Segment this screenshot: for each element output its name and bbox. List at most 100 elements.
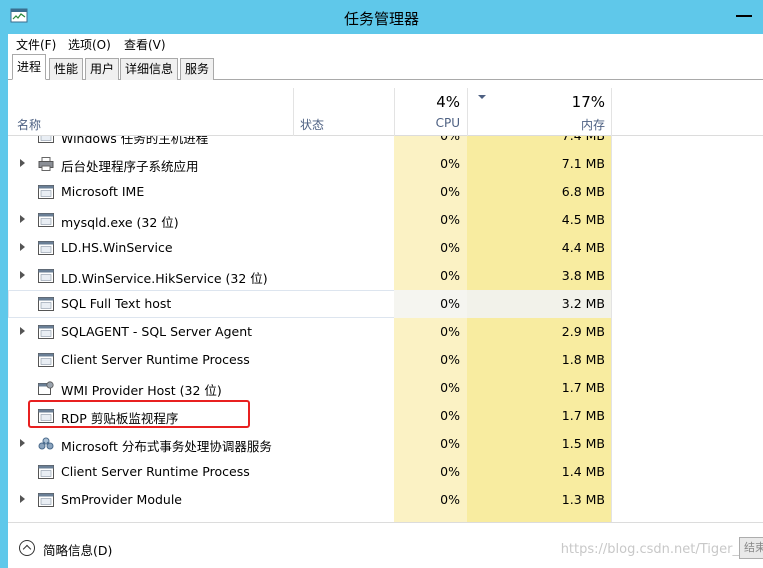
process-name: LD.HS.WinService [61,240,173,255]
process-cpu: 0% [394,136,460,143]
tab-details[interactable]: 详细信息 [120,58,179,80]
table-row[interactable]: LD.WinService.HikService (32 位) 0% 3.8 MB [8,262,763,290]
table-row[interactable]: LD.HS.WinService 0% 4.4 MB [8,234,763,262]
process-memory: 1.3 MB [561,492,605,507]
expand-arrow-icon[interactable] [20,159,25,167]
table-row[interactable]: WMI Provider Host (32 位) 0% 1.7 MB [8,374,763,402]
window-icon [38,213,54,227]
tab-services[interactable]: 服务 [180,58,215,80]
process-name: Microsoft 分布式事务处理协调器服务 [61,439,272,454]
process-cpu: 0% [440,352,460,367]
window-icon [38,241,54,255]
window-icon [38,269,54,283]
expand-arrow-icon[interactable] [20,439,25,447]
gear-network-icon [38,437,54,451]
table-row[interactable]: mysqld.exe (32 位) 0% 4.5 MB [8,206,763,234]
table-row[interactable]: Client Server Runtime Process 0% 1.4 MB [8,458,763,486]
menu-bar: 文件(F) 选项(O) 查看(V) [8,34,763,54]
annotation-highlight-box [28,400,250,428]
process-memory: 3.8 MB [561,268,605,283]
tab-processes[interactable]: 进程 [12,54,47,80]
window-icon [38,136,54,143]
column-separator[interactable] [611,88,612,136]
column-separator[interactable] [293,88,294,136]
column-header-status[interactable]: 状态 [300,116,324,133]
process-memory: 1.5 MB [561,436,605,451]
expand-arrow-icon[interactable] [20,327,25,335]
printer-icon [38,157,54,171]
process-cpu: 0% [440,184,460,199]
process-cpu: 0% [440,324,460,339]
wmi-icon [38,381,54,395]
process-name: LD.WinService.HikService (32 位) [61,271,268,286]
process-memory: 2.9 MB [561,324,605,339]
process-memory: 1.7 MB [561,408,605,423]
memory-total-percent[interactable]: 17% [467,93,605,111]
process-cpu: 0% [440,380,460,395]
window-icon [38,185,54,199]
table-row[interactable]: 后台处理程序子系统应用 0% 7.1 MB [8,150,763,178]
table-row[interactable]: SQLAGENT - SQL Server Agent 0% 2.9 MB [8,318,763,346]
process-cpu: 0% [440,156,460,171]
process-cpu: 0% [440,240,460,255]
process-list[interactable]: Windows 任务的主机进程 0% 7.4 MB 后台处理程序子系统应用 0% 7.1 … [8,136,763,522]
table-row[interactable]: Client Server Runtime Process 0% 1.8 MB [8,346,763,374]
process-name: Windows 任务的主机进程 [61,136,209,146]
table-row[interactable]: SmProvider Module 0% 1.3 MB [8,486,763,514]
minimize-icon [736,15,752,17]
cpu-total-percent[interactable]: 4% [394,93,460,111]
end-task-button[interactable]: 结束 [739,537,763,559]
table-row[interactable]: Windows 任务的主机进程 0% 7.4 MB [8,136,763,150]
process-name: SQLAGENT - SQL Server Agent [61,324,253,339]
process-memory: 1.4 MB [561,464,605,479]
tab-strip: 进程 性能 用户 详细信息 服务 [8,54,763,80]
minimize-button[interactable] [723,0,763,28]
process-name: Microsoft IME [61,184,145,199]
window-icon [38,297,54,311]
process-cpu: 0% [440,464,460,479]
process-cpu: 0% [440,492,460,507]
watermark-text: https://blog.csdn.net/Tiger_ [560,542,739,557]
column-header-cpu[interactable]: CPU [394,116,460,130]
process-memory: 6.8 MB [561,184,605,199]
table-row[interactable]: Microsoft 分布式事务处理协调器服务 0% 1.5 MB [8,430,763,458]
footer-bar: 简略信息(D) https://blog.csdn.net/Tiger_ 结束 [8,522,763,568]
window-icon [38,353,54,367]
process-cpu: 0% [440,436,460,451]
process-memory: 7.1 MB [561,156,605,171]
collapse-chevron-icon[interactable] [19,540,35,556]
table-row[interactable]: SQL Full Text host 0% 3.2 MB [8,290,763,318]
table-row[interactable]: Microsoft IME 0% 6.8 MB [8,178,763,206]
process-memory: 7.4 MB [467,136,605,143]
expand-arrow-icon[interactable] [20,271,25,279]
process-memory: 4.5 MB [561,212,605,227]
process-cpu: 0% [440,268,460,283]
expand-arrow-icon[interactable] [20,243,25,251]
process-name: mysqld.exe (32 位) [61,215,179,230]
process-name: SmProvider Module [61,492,183,507]
menu-view[interactable]: 查看(V) [124,36,166,53]
process-name: SQL Full Text host [61,296,172,311]
process-cpu: 0% [440,296,460,311]
process-name: Client Server Runtime Process [61,352,250,367]
table-header: 名称 状态 4% CPU 17% 内存 [8,88,763,136]
window-title: 任务管理器 [343,10,419,28]
tab-users[interactable]: 用户 [85,58,120,80]
process-name: 后台处理程序子系统应用 [61,159,199,174]
process-memory: 1.8 MB [561,352,605,367]
expand-arrow-icon[interactable] [20,215,25,223]
menu-file[interactable]: 文件(F) [16,36,56,53]
process-memory: 3.2 MB [561,296,605,311]
title-bar[interactable]: 任务管理器 [0,0,763,34]
window-icon [38,325,54,339]
menu-options[interactable]: 选项(O) [68,36,111,53]
process-name: WMI Provider Host (32 位) [61,383,222,398]
fewer-details-link[interactable]: 简略信息(D) [43,540,112,559]
process-memory: 4.4 MB [561,240,605,255]
tab-performance[interactable]: 性能 [49,58,84,80]
process-cpu: 0% [440,408,460,423]
expand-arrow-icon[interactable] [20,495,25,503]
column-header-name[interactable]: 名称 [17,116,41,133]
column-header-memory[interactable]: 内存 [467,116,605,133]
task-manager-window: 任务管理器 文件(F) 选项(O) 查看(V) 进程 性能 用户 详细信息 服务… [0,0,763,568]
